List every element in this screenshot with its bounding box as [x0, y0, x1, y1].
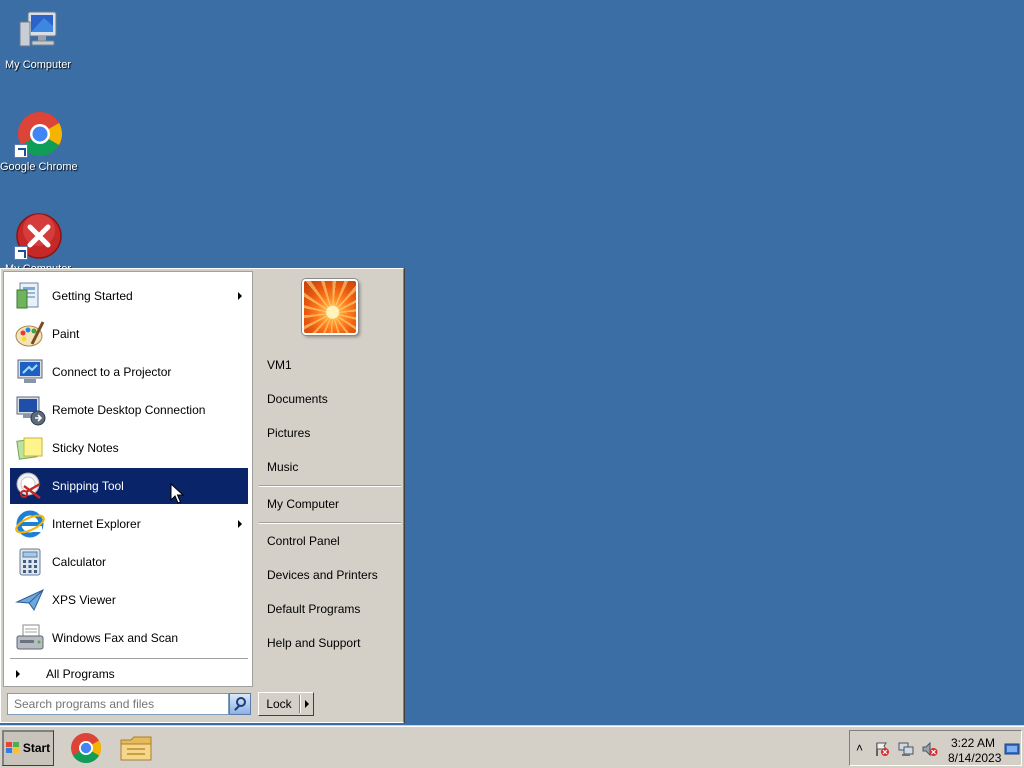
system-tray: ˄ 3:22 AM 8/14/2023	[849, 730, 1022, 766]
clock-time: 3:22 AM	[950, 736, 996, 750]
user-picture-avatar[interactable]	[302, 279, 358, 335]
start-label: Start	[22, 741, 51, 755]
place-my-computer[interactable]: My Computer	[267, 497, 339, 511]
program-label: Snipping Tool	[52, 479, 124, 493]
program-label: XPS Viewer	[52, 593, 116, 607]
place-default-programs[interactable]: Default Programs	[267, 602, 360, 616]
program-getting-started[interactable]: Getting Started	[10, 278, 248, 314]
taskbar-chrome-button[interactable]	[68, 731, 104, 765]
place-pictures[interactable]: Pictures	[267, 426, 310, 440]
desktop-icon-broken-shortcut[interactable]: My Computer	[0, 212, 76, 275]
place-control-panel[interactable]: Control Panel	[267, 534, 340, 548]
program-sticky-notes[interactable]: Sticky Notes	[10, 430, 248, 466]
shortcut-arrow-icon	[14, 246, 28, 260]
all-programs-button[interactable]: All Programs	[10, 664, 248, 684]
error-icon	[14, 212, 62, 260]
getting-started-icon	[14, 280, 46, 312]
clock[interactable]: 3:22 AM 8/14/2023	[948, 736, 1002, 766]
program-connect-projector[interactable]: Connect to a Projector	[10, 354, 248, 390]
shortcut-arrow-icon	[14, 144, 28, 158]
submenu-arrow-icon	[238, 292, 242, 300]
sticky-notes-icon	[14, 432, 46, 464]
program-label: Internet Explorer	[52, 517, 141, 531]
programs-pane: Getting Started Paint Connect to a Proje…	[3, 271, 253, 687]
program-label: Getting Started	[52, 289, 133, 303]
folder-icon	[120, 736, 152, 761]
volume-muted-icon[interactable]	[922, 741, 938, 757]
xps-viewer-icon	[14, 584, 46, 616]
program-xps-viewer[interactable]: XPS Viewer	[10, 582, 248, 618]
lock-button[interactable]: Lock	[258, 692, 314, 716]
program-internet-explorer[interactable]: Internet Explorer	[10, 506, 248, 542]
submenu-arrow-icon	[238, 520, 242, 528]
program-windows-fax-scan[interactable]: Windows Fax and Scan	[10, 620, 248, 656]
program-calculator[interactable]: Calculator	[10, 544, 248, 580]
calculator-icon	[14, 546, 46, 578]
taskbar: Start ˄ 3:22 AM 8/14/2023	[0, 726, 1024, 768]
my-computer-icon	[14, 8, 62, 56]
chrome-icon	[71, 733, 102, 764]
windows-logo-icon	[5, 742, 20, 754]
mouse-cursor-icon	[170, 483, 184, 504]
lock-button-label: Lock	[266, 697, 292, 711]
divider	[259, 485, 401, 487]
place-help-support[interactable]: Help and Support	[267, 636, 360, 650]
desktop-icon-google-chrome[interactable]: Google Chrome	[0, 110, 78, 173]
start-menu-bottom-bar: Lock	[1, 687, 405, 723]
program-label: Paint	[52, 327, 80, 341]
program-label: Sticky Notes	[52, 441, 119, 455]
search-input[interactable]	[7, 693, 229, 715]
chrome-icon	[14, 110, 62, 158]
action-center-flag-icon[interactable]	[874, 741, 890, 757]
remote-desktop-icon	[14, 394, 46, 426]
divider	[259, 522, 401, 524]
show-hidden-icons-button[interactable]: ˄	[856, 741, 863, 755]
place-devices-printers[interactable]: Devices and Printers	[267, 568, 378, 582]
paint-icon	[14, 318, 46, 350]
taskbar-explorer-button[interactable]	[118, 731, 154, 765]
place-music[interactable]: Music	[267, 460, 298, 474]
start-button[interactable]: Start	[2, 730, 54, 766]
projector-icon	[14, 356, 46, 388]
fax-scan-icon	[14, 622, 46, 654]
desktop-icon-my-computer[interactable]: My Computer	[0, 8, 76, 71]
search-button[interactable]	[229, 693, 251, 715]
network-icon[interactable]	[898, 741, 914, 757]
desktop-icon-label: My Computer	[4, 59, 72, 71]
place-documents[interactable]: Documents	[267, 392, 328, 406]
clock-date: 8/14/2023	[948, 751, 1002, 765]
all-programs-label: All Programs	[46, 667, 115, 681]
places-pane: VM1 Documents Pictures Music My Computer…	[255, 271, 401, 687]
desktop-icon-label: Google Chrome	[0, 161, 78, 173]
shutdown-options-arrow-icon[interactable]	[305, 700, 309, 708]
place-user-folder[interactable]: VM1	[267, 358, 292, 372]
expand-arrow-icon	[16, 670, 20, 678]
snipping-tool-icon	[14, 470, 46, 502]
divider	[10, 658, 248, 660]
start-menu: Getting Started Paint Connect to a Proje…	[0, 268, 404, 723]
show-desktop-icon[interactable]	[1004, 741, 1020, 757]
program-label: Connect to a Projector	[52, 365, 172, 379]
internet-explorer-icon	[14, 508, 46, 540]
program-paint[interactable]: Paint	[10, 316, 248, 352]
program-label: Calculator	[52, 555, 107, 569]
program-snipping-tool[interactable]: Snipping Tool	[10, 468, 248, 504]
program-label: Remote Desktop Connection	[52, 403, 206, 417]
program-remote-desktop[interactable]: Remote Desktop Connection	[10, 392, 248, 428]
program-label: Windows Fax and Scan	[52, 631, 179, 645]
